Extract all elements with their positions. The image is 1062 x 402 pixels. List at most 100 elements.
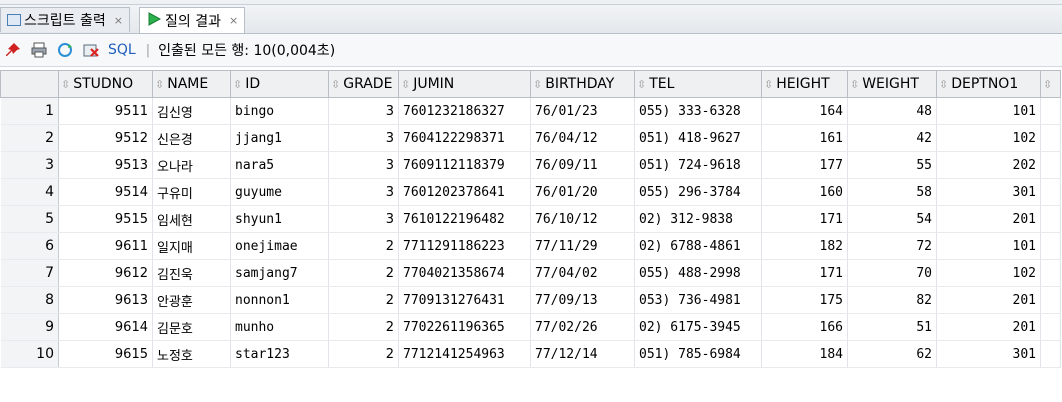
column-header-jumin[interactable]: ⇳ JUMIN bbox=[398, 70, 531, 98]
table-row[interactable]: 3 9513 오나라 nara5 3 7609112118379 76/09/11 051) … bbox=[0, 151, 1061, 179]
tel-cell[interactable]: 051) 724-9618 bbox=[634, 151, 762, 179]
weight-cell[interactable]: 48 bbox=[847, 97, 937, 125]
sort-icon[interactable]: ⇳ bbox=[155, 78, 164, 91]
sort-icon[interactable]: ⇳ bbox=[850, 78, 859, 91]
studno-cell[interactable]: 9511 bbox=[58, 97, 153, 125]
sort-icon[interactable]: ⇳ bbox=[401, 78, 410, 91]
tel-cell[interactable]: 055) 296-3784 bbox=[634, 178, 762, 206]
studno-cell[interactable]: 9615 bbox=[58, 340, 153, 368]
height-cell[interactable]: 160 bbox=[761, 178, 848, 206]
studno-cell[interactable]: 9513 bbox=[58, 151, 153, 179]
tel-cell[interactable]: 02) 6788-4861 bbox=[634, 232, 762, 260]
table-row[interactable]: 4 9514 구유미 guyume 3 7601202378641 76/01/20 055)… bbox=[0, 178, 1061, 206]
birthday-cell[interactable]: 76/04/12 bbox=[530, 124, 635, 152]
birthday-cell[interactable]: 76/09/11 bbox=[530, 151, 635, 179]
jumin-cell[interactable]: 7610122196482 bbox=[398, 205, 531, 233]
sort-icon[interactable]: ⇳ bbox=[637, 78, 646, 91]
studno-cell[interactable]: 9515 bbox=[58, 205, 153, 233]
row-number-cell[interactable]: 1 bbox=[0, 97, 59, 125]
name-cell[interactable]: 신은경 bbox=[152, 124, 231, 152]
id-cell[interactable]: samjang7 bbox=[230, 259, 329, 287]
studno-cell[interactable]: 9514 bbox=[58, 178, 153, 206]
grade-cell[interactable]: 2 bbox=[328, 313, 399, 341]
grade-cell[interactable]: 3 bbox=[328, 178, 399, 206]
jumin-cell[interactable]: 7609112118379 bbox=[398, 151, 531, 179]
tab-script-output[interactable]: 스크립트 출력 × bbox=[0, 7, 130, 32]
studno-cell[interactable]: 9613 bbox=[58, 286, 153, 314]
grade-cell[interactable]: 2 bbox=[328, 340, 399, 368]
deptno1-cell[interactable]: 102 bbox=[936, 259, 1041, 287]
sort-icon[interactable]: ⇳ bbox=[939, 78, 948, 91]
birthday-cell[interactable]: 77/12/14 bbox=[530, 340, 635, 368]
sort-icon[interactable]: ⇳ bbox=[1043, 78, 1052, 91]
table-row[interactable]: 9 9614 김문호 munho 2 7702261196365 77/02/26 02) 6… bbox=[0, 313, 1061, 341]
birthday-cell[interactable]: 77/02/26 bbox=[530, 313, 635, 341]
deptno1-cell[interactable]: 201 bbox=[936, 313, 1041, 341]
weight-cell[interactable]: 72 bbox=[847, 232, 937, 260]
tel-cell[interactable]: 055) 333-6328 bbox=[634, 97, 762, 125]
column-header-name[interactable]: ⇳ NAME bbox=[152, 70, 231, 98]
studno-cell[interactable]: 9611 bbox=[58, 232, 153, 260]
column-header-grade[interactable]: ⇳ GRADE bbox=[328, 70, 399, 98]
name-cell[interactable]: 구유미 bbox=[152, 178, 231, 206]
column-header-id[interactable]: ⇳ ID bbox=[230, 70, 329, 98]
studno-cell[interactable]: 9612 bbox=[58, 259, 153, 287]
height-cell[interactable]: 177 bbox=[761, 151, 848, 179]
height-cell[interactable]: 171 bbox=[761, 259, 848, 287]
column-header-studno[interactable]: ⇳ STUDNO bbox=[58, 70, 153, 98]
pin-icon[interactable] bbox=[2, 39, 24, 61]
deptno1-cell[interactable]: 101 bbox=[936, 97, 1041, 125]
sort-icon[interactable]: ⇳ bbox=[764, 78, 773, 91]
sql-link[interactable]: SQL bbox=[108, 42, 136, 58]
row-number-cell[interactable]: 10 bbox=[0, 340, 59, 368]
name-cell[interactable]: 노정호 bbox=[152, 340, 231, 368]
jumin-cell[interactable]: 7711291186223 bbox=[398, 232, 531, 260]
name-cell[interactable]: 김진욱 bbox=[152, 259, 231, 287]
height-cell[interactable]: 171 bbox=[761, 205, 848, 233]
table-row[interactable]: 7 9612 김진욱 samjang7 2 7704021358674 77/04/02 05… bbox=[0, 259, 1061, 287]
tel-cell[interactable]: 053) 736-4981 bbox=[634, 286, 762, 314]
grade-cell[interactable]: 3 bbox=[328, 151, 399, 179]
height-cell[interactable]: 182 bbox=[761, 232, 848, 260]
table-row[interactable]: 6 9611 일지매 onejimae 2 7711291186223 77/11/29 02… bbox=[0, 232, 1061, 260]
birthday-cell[interactable]: 77/09/13 bbox=[530, 286, 635, 314]
weight-cell[interactable]: 58 bbox=[847, 178, 937, 206]
row-number-cell[interactable]: 9 bbox=[0, 313, 59, 341]
deptno1-cell[interactable]: 202 bbox=[936, 151, 1041, 179]
row-number-cell[interactable]: 2 bbox=[0, 124, 59, 152]
grade-cell[interactable]: 3 bbox=[328, 97, 399, 125]
name-cell[interactable]: 임세현 bbox=[152, 205, 231, 233]
height-cell[interactable]: 175 bbox=[761, 286, 848, 314]
row-number-cell[interactable]: 7 bbox=[0, 259, 59, 287]
tel-cell[interactable]: 055) 488-2998 bbox=[634, 259, 762, 287]
weight-cell[interactable]: 54 bbox=[847, 205, 937, 233]
studno-cell[interactable]: 9512 bbox=[58, 124, 153, 152]
jumin-cell[interactable]: 7604122298371 bbox=[398, 124, 531, 152]
id-cell[interactable]: shyun1 bbox=[230, 205, 329, 233]
jumin-cell[interactable]: 7601232186327 bbox=[398, 97, 531, 125]
birthday-cell[interactable]: 77/11/29 bbox=[530, 232, 635, 260]
id-cell[interactable]: jjang1 bbox=[230, 124, 329, 152]
deptno1-cell[interactable]: 201 bbox=[936, 205, 1041, 233]
id-cell[interactable]: bingo bbox=[230, 97, 329, 125]
row-number-cell[interactable]: 5 bbox=[0, 205, 59, 233]
weight-cell[interactable]: 55 bbox=[847, 151, 937, 179]
weight-cell[interactable]: 82 bbox=[847, 286, 937, 314]
name-cell[interactable]: 안광훈 bbox=[152, 286, 231, 314]
sort-icon[interactable]: ⇳ bbox=[533, 78, 542, 91]
name-cell[interactable]: 오나라 bbox=[152, 151, 231, 179]
birthday-cell[interactable]: 77/04/02 bbox=[530, 259, 635, 287]
grade-cell[interactable]: 2 bbox=[328, 286, 399, 314]
tab-script-output-close-icon[interactable]: × bbox=[114, 14, 123, 27]
jumin-cell[interactable]: 7702261196365 bbox=[398, 313, 531, 341]
column-header-overflow[interactable]: ⇳ bbox=[1040, 70, 1061, 98]
grade-cell[interactable]: 2 bbox=[328, 259, 399, 287]
deptno1-cell[interactable]: 201 bbox=[936, 286, 1041, 314]
column-header-weight[interactable]: ⇳ WEIGHT bbox=[847, 70, 937, 98]
deptno1-cell[interactable]: 301 bbox=[936, 340, 1041, 368]
row-number-cell[interactable]: 6 bbox=[0, 232, 59, 260]
table-row[interactable]: 1 9511 김신영 bingo 3 7601232186327 76/01/23 055) … bbox=[0, 97, 1061, 125]
tab-query-result[interactable]: 질의 결과 × bbox=[139, 7, 246, 33]
jumin-cell[interactable]: 7704021358674 bbox=[398, 259, 531, 287]
weight-cell[interactable]: 62 bbox=[847, 340, 937, 368]
